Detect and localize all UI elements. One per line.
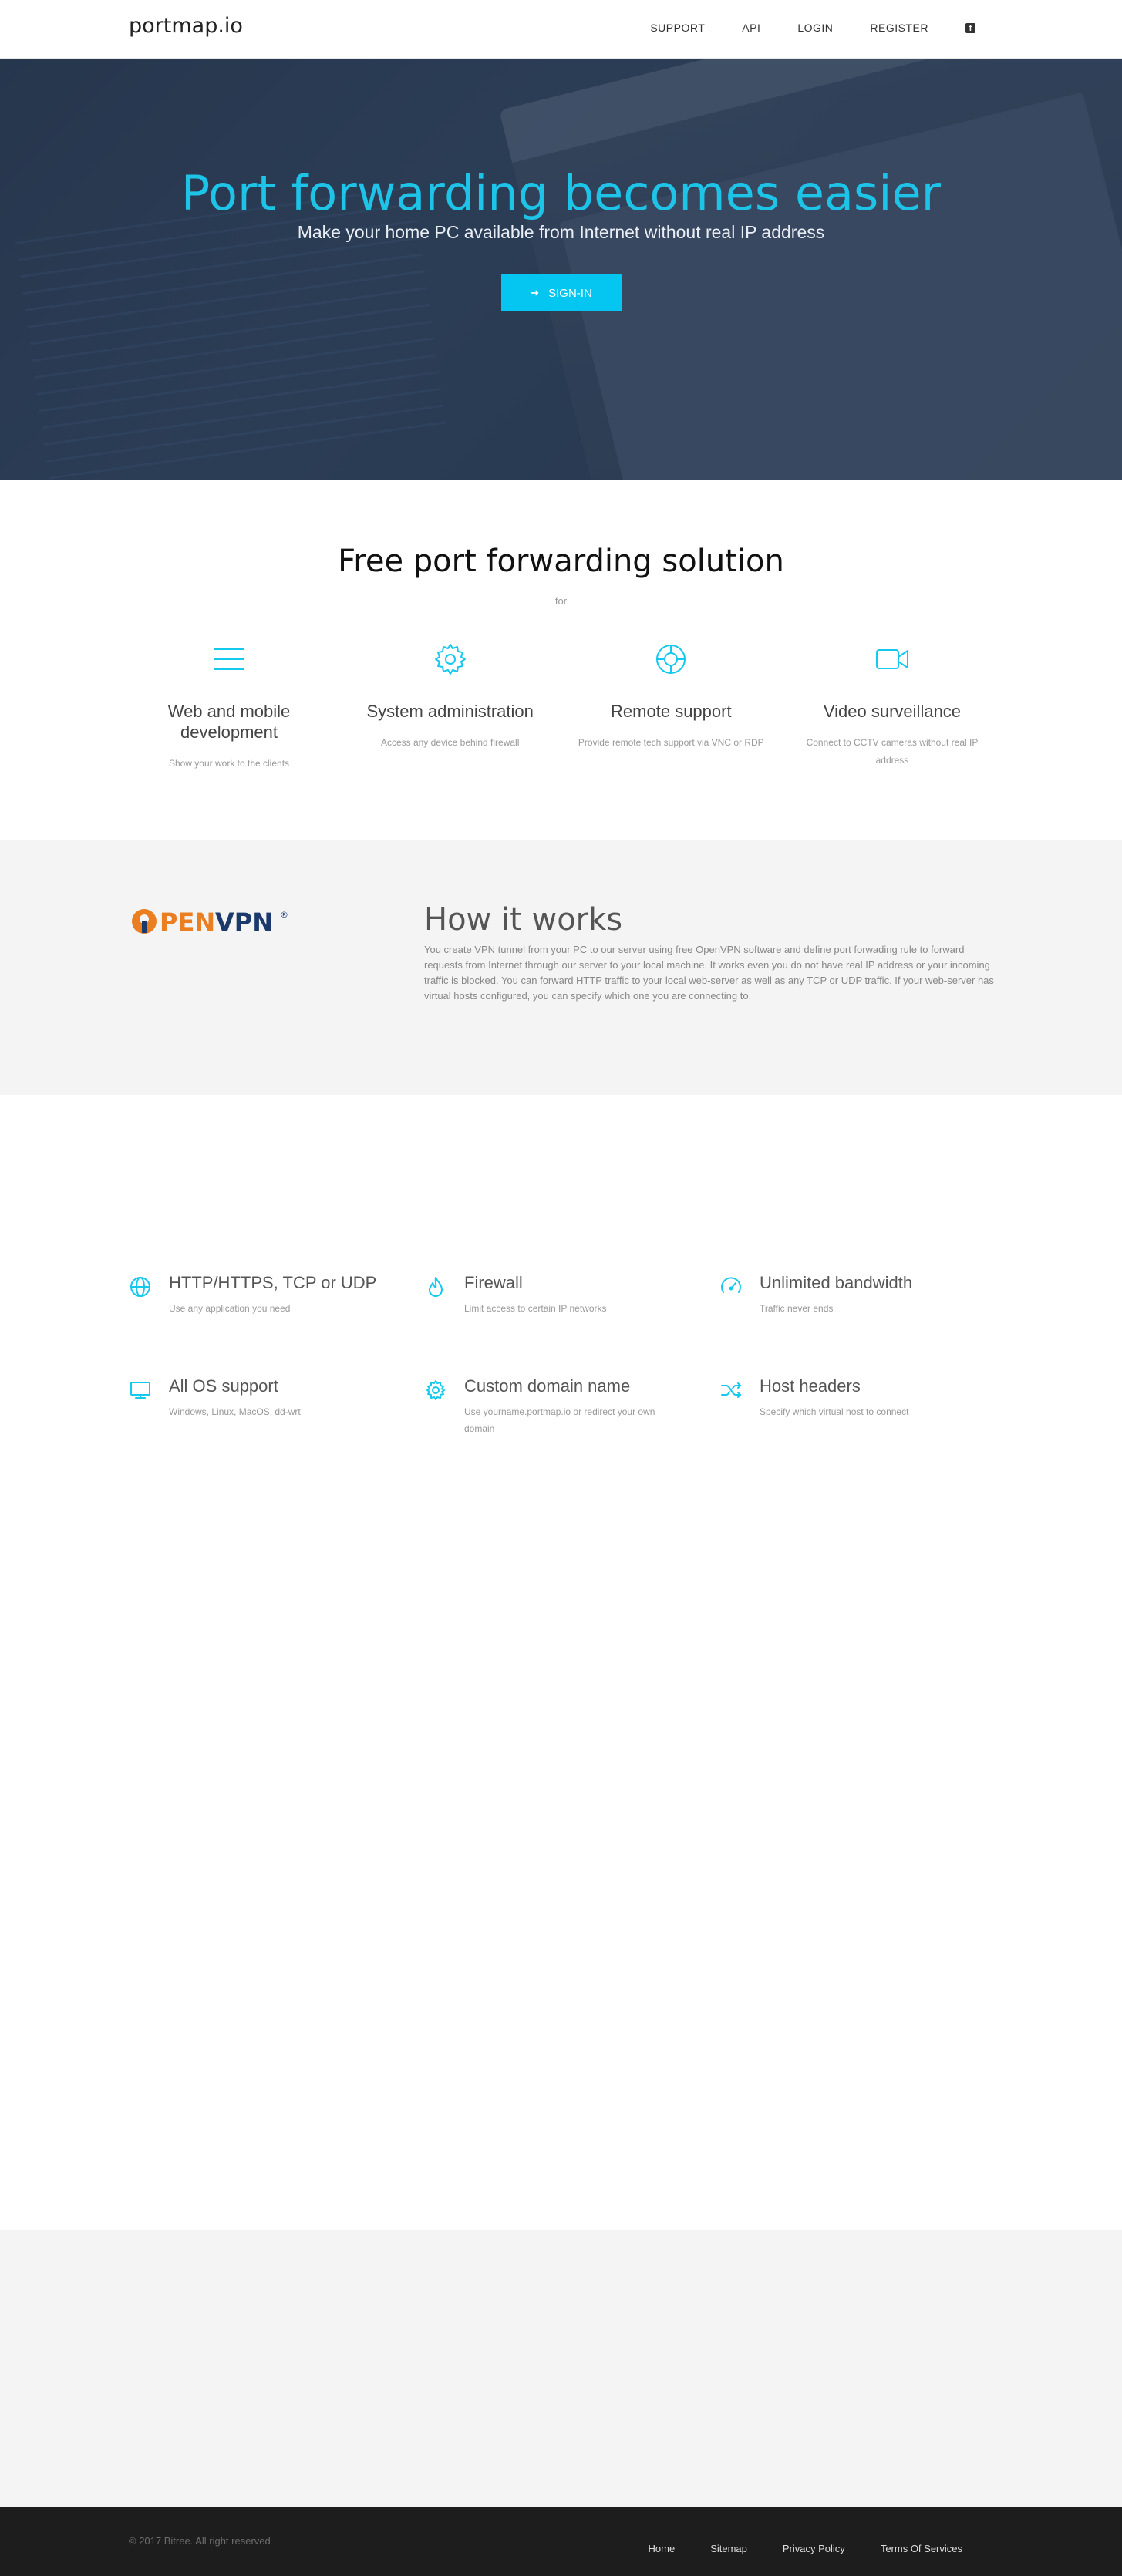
solution-web-mobile: Web and mobile development Show your wor…	[129, 640, 329, 773]
feature-title: Host headers	[760, 1376, 861, 1396]
how-it-works-section: PEN VPN ® How it works You create VPN tu…	[0, 840, 1122, 1095]
hero-overlay	[0, 59, 1122, 480]
footer: © 2017 Bitree. All right reserved Home S…	[0, 2507, 1122, 2576]
sign-in-button[interactable]: ➜ SIGN-IN	[501, 274, 622, 311]
how-it-works-text: You create VPN tunnel from your PC to ou…	[424, 944, 994, 1002]
nav-link-register[interactable]: REGISTER	[870, 22, 928, 34]
solutions-grid: Web and mobile development Show your wor…	[129, 640, 992, 773]
solution-desc: Provide remote tech support via VNC or R…	[578, 737, 764, 748]
nav-link-api[interactable]: API	[742, 22, 760, 34]
feature-firewall: Firewall Limit access to certain IP netw…	[424, 1272, 719, 1326]
footer-link-privacy[interactable]: Privacy Policy	[783, 2543, 845, 2554]
how-it-works-title: How it works	[424, 902, 623, 938]
footer-link-terms[interactable]: Terms Of Services	[881, 2543, 962, 2554]
feature-title: Firewall	[464, 1273, 523, 1292]
feature-desc: Use any application you need	[169, 1303, 291, 1314]
solution-desc: Access any device behind firewall	[380, 737, 520, 748]
nav-link-login[interactable]: LOGIN	[797, 22, 833, 34]
solution-title: System administration	[366, 702, 534, 721]
copyright: © 2017 Bitree. All right reserved	[129, 2535, 271, 2547]
solutions-for: for	[554, 595, 568, 607]
lifebuoy-icon	[656, 645, 686, 674]
footer-link-sitemap[interactable]: Sitemap	[710, 2543, 747, 2554]
nav-link-support[interactable]: SUPPORT	[650, 22, 705, 34]
feature-os-support: All OS support Windows, Linux, MacOS, dd…	[129, 1376, 424, 1429]
openvpn-logo-reg: ®	[280, 910, 288, 920]
solution-desc: Show your work to the clients	[168, 758, 290, 769]
solution-title: Remote support	[611, 702, 732, 721]
brand-logo[interactable]: portmap.io	[129, 14, 243, 38]
speedometer-icon	[721, 1277, 741, 1293]
gear-icon	[434, 644, 466, 675]
openvpn-logo-pen: PEN	[160, 907, 215, 937]
empty-grey-section	[0, 2230, 1122, 2507]
flame-icon	[429, 1277, 443, 1297]
feature-title: Custom domain name	[464, 1376, 631, 1396]
features-grid: HTTP/HTTPS, TCP or UDP Use any applicati…	[129, 1272, 1008, 1434]
video-camera-icon	[875, 649, 908, 669]
feature-title: All OS support	[169, 1376, 278, 1396]
menu-icon	[214, 648, 244, 670]
facebook-icon[interactable]: f	[965, 22, 975, 33]
openvpn-logo-vpn: VPN	[215, 907, 273, 937]
feature-desc: Specify which virtual host to connect	[760, 1406, 909, 1417]
feature-bandwidth: Unlimited bandwidth Traffic never ends	[719, 1272, 1015, 1326]
feature-title: Unlimited bandwidth	[760, 1273, 913, 1292]
openvpn-logo: PEN VPN ®	[132, 907, 288, 937]
hero-section: Port forwarding becomes easier Make your…	[0, 59, 1122, 480]
solution-sysadmin: System administration Access any device …	[350, 640, 551, 773]
solution-title: Web and mobile development	[167, 702, 291, 742]
hero-title: Port forwarding becomes easier	[180, 165, 942, 221]
shuffle-icon	[721, 1382, 741, 1398]
gear-icon	[426, 1380, 445, 1400]
main-menu: SUPPORT API LOGIN REGISTER f	[650, 22, 975, 34]
feature-host-headers: Host headers Specify which virtual host …	[719, 1376, 1015, 1429]
feature-protocols: HTTP/HTTPS, TCP or UDP Use any applicati…	[129, 1272, 424, 1326]
feature-title: HTTP/HTTPS, TCP or UDP	[169, 1273, 377, 1292]
feature-desc: Limit access to certain IP networks	[464, 1303, 607, 1314]
monitor-icon	[130, 1382, 150, 1399]
hero-subtitle: Make your home PC available from Interne…	[297, 222, 825, 242]
globe-icon	[130, 1277, 150, 1297]
sign-in-icon: ➜	[531, 287, 540, 298]
solutions-title: Free port forwarding solution	[338, 544, 784, 579]
solution-desc: Connect to CCTV cameras without real IP …	[806, 737, 979, 766]
solution-title: Video surveillance	[823, 702, 962, 721]
footer-link-home[interactable]: Home	[649, 2543, 676, 2554]
footer-links: Home Sitemap Privacy Policy Terms Of Ser…	[649, 2543, 963, 2554]
feature-custom-domain: Custom domain name Use yourname.portmap.…	[424, 1376, 719, 1434]
solution-remote-support: Remote support Provide remote tech suppo…	[571, 640, 771, 773]
feature-desc: Windows, Linux, MacOS, dd-wrt	[169, 1406, 301, 1417]
feature-desc: Traffic never ends	[760, 1303, 834, 1314]
solution-video-surveillance: Video surveillance Connect to CCTV camer…	[792, 640, 992, 773]
feature-desc: Use yourname.portmap.io or redirect your…	[464, 1406, 655, 1434]
sign-in-label: SIGN-IN	[548, 286, 592, 300]
top-navbar: portmap.io SUPPORT API LOGIN REGISTER f	[0, 0, 1122, 59]
